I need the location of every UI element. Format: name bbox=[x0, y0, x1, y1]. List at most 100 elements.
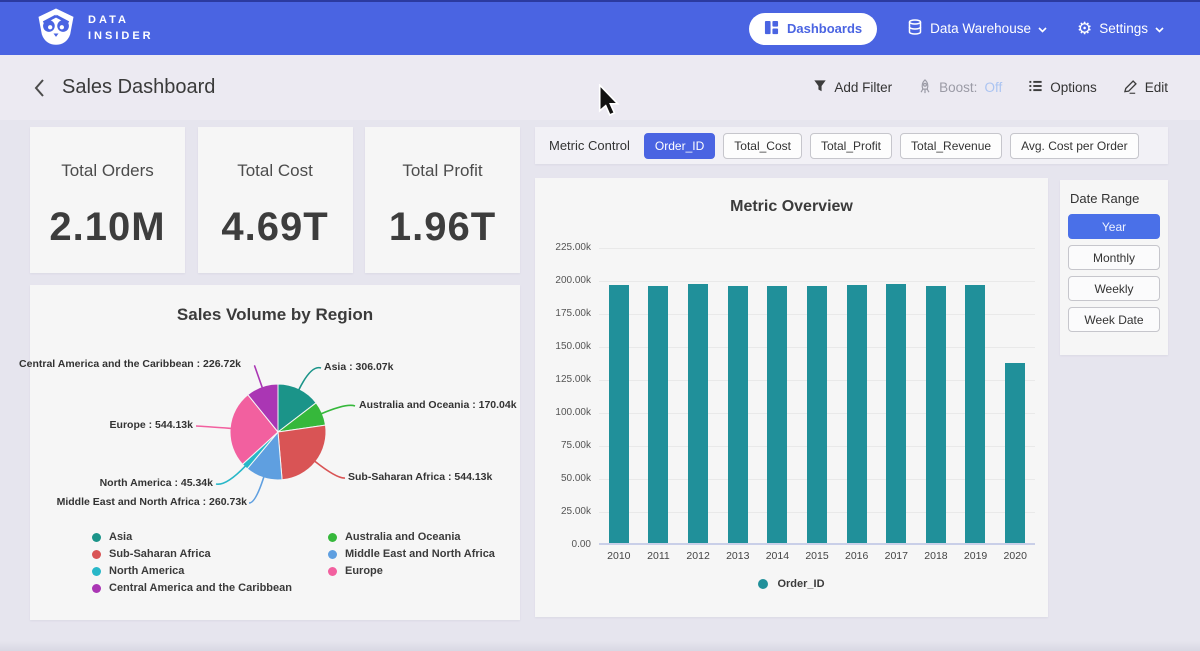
bar-2020[interactable] bbox=[1005, 363, 1025, 543]
y-tick-label: 200.00k bbox=[555, 275, 591, 286]
bar-2016[interactable] bbox=[847, 285, 867, 543]
rocket-icon bbox=[918, 79, 932, 97]
kpi-label: Total Cost bbox=[237, 161, 313, 181]
brand-logo: DATA INSIDER bbox=[36, 6, 154, 51]
y-tick-label: 150.00k bbox=[555, 341, 591, 352]
metric-option-avg-cost-per-order[interactable]: Avg. Cost per Order bbox=[1010, 133, 1139, 159]
pie-legend: AsiaSub-Saharan AfricaNorth AmericaCentr… bbox=[92, 531, 495, 594]
list-icon bbox=[1028, 79, 1043, 96]
metric-option-order-id[interactable]: Order_ID bbox=[644, 133, 715, 159]
bar-2011[interactable] bbox=[648, 286, 668, 543]
filter-funnel-icon bbox=[813, 79, 827, 96]
kpi-card: Total Cost4.69T bbox=[198, 127, 353, 273]
y-tick-label: 0.00 bbox=[572, 539, 591, 550]
pie-leader-line bbox=[299, 368, 321, 390]
legend-dot bbox=[92, 584, 101, 593]
y-tick-label: 50.00k bbox=[561, 473, 591, 484]
date-range-option-week-date[interactable]: Week Date bbox=[1068, 307, 1160, 332]
bar-chart-legend: Order_ID bbox=[535, 578, 1048, 590]
kpi-label: Total Profit bbox=[402, 161, 482, 181]
metric-control-bar: Metric Control Order_IDTotal_CostTotal_P… bbox=[535, 127, 1168, 164]
nav-dashboards-button[interactable]: Dashboards bbox=[749, 13, 877, 45]
dashboards-grid-icon bbox=[764, 20, 779, 38]
x-tick-label: 2014 bbox=[758, 550, 798, 562]
chevron-down-icon bbox=[1155, 21, 1164, 36]
nav-data-warehouse[interactable]: Data Warehouse bbox=[907, 19, 1047, 38]
bar-2010[interactable] bbox=[609, 285, 629, 543]
pie-chart-title: Sales Volume by Region bbox=[30, 305, 520, 325]
y-tick-label: 125.00k bbox=[555, 374, 591, 385]
x-axis: 2010201120122013201420152016201720182019… bbox=[599, 550, 1035, 562]
pie-slice-label: Middle East and North Africa : 260.73k bbox=[57, 496, 247, 508]
pie-legend-item: Central America and the Caribbean bbox=[92, 582, 292, 594]
x-tick-label: 2016 bbox=[837, 550, 877, 562]
bar-2017[interactable] bbox=[886, 284, 906, 544]
pie-leader-line bbox=[196, 426, 231, 428]
pie-slice-label: Asia : 306.07k bbox=[324, 361, 393, 373]
metric-option-total-revenue[interactable]: Total_Revenue bbox=[900, 133, 1002, 159]
x-tick-label: 2018 bbox=[916, 550, 956, 562]
page-header: Sales Dashboard Add Filter Boost:Off bbox=[0, 55, 1200, 120]
date-range-option-weekly[interactable]: Weekly bbox=[1068, 276, 1160, 301]
pie-leader-line bbox=[216, 466, 246, 484]
brand-name: DATA INSIDER bbox=[88, 13, 154, 45]
pie-leader-line bbox=[249, 477, 264, 503]
pie-slice-label: Europe : 544.13k bbox=[110, 419, 193, 431]
edit-button[interactable]: Edit bbox=[1123, 79, 1168, 97]
bar-2012[interactable] bbox=[688, 284, 708, 544]
back-button[interactable] bbox=[32, 78, 46, 98]
x-tick-label: 2013 bbox=[718, 550, 758, 562]
app-root: DATA INSIDER Dashboards bbox=[0, 0, 1200, 651]
nav-settings[interactable]: ⚙ Settings bbox=[1077, 20, 1164, 37]
top-navbar: DATA INSIDER Dashboards bbox=[0, 0, 1200, 55]
date-range-option-year[interactable]: Year bbox=[1068, 214, 1160, 239]
bar-2018[interactable] bbox=[926, 286, 946, 543]
gear-icon: ⚙ bbox=[1077, 20, 1092, 37]
pie-slice-label: North America : 45.34k bbox=[100, 477, 213, 489]
y-axis: 225.00k200.00k175.00k150.00k125.00k100.0… bbox=[541, 248, 591, 545]
bar-2014[interactable] bbox=[767, 286, 787, 544]
add-filter-button[interactable]: Add Filter bbox=[813, 79, 892, 96]
pie-legend-item: North America bbox=[92, 565, 292, 577]
date-range-panel: Date Range YearMonthlyWeeklyWeek Date bbox=[1060, 180, 1168, 355]
page-title: Sales Dashboard bbox=[62, 76, 215, 99]
boost-state: Off bbox=[984, 80, 1002, 95]
x-tick-label: 2015 bbox=[797, 550, 837, 562]
x-tick-label: 2010 bbox=[599, 550, 639, 562]
pie-chart: Asia : 306.07k Australia and Oceania : 17… bbox=[30, 325, 520, 525]
kpi-label: Total Orders bbox=[61, 161, 154, 181]
legend-label: Europe bbox=[345, 565, 383, 577]
metric-option-total-profit[interactable]: Total_Profit bbox=[810, 133, 892, 159]
bar-2015[interactable] bbox=[807, 286, 827, 543]
metric-option-total-cost[interactable]: Total_Cost bbox=[723, 133, 802, 159]
date-range-option-monthly[interactable]: Monthly bbox=[1068, 245, 1160, 270]
pie-leader-line bbox=[315, 461, 345, 478]
bar-2019[interactable] bbox=[965, 285, 985, 543]
pie-legend-item: Europe bbox=[328, 565, 495, 577]
x-tick-label: 2012 bbox=[678, 550, 718, 562]
pie-leader-line bbox=[321, 405, 355, 413]
legend-dot bbox=[328, 550, 337, 559]
legend-dot bbox=[328, 567, 337, 576]
y-tick-label: 175.00k bbox=[555, 308, 591, 319]
pie-chart-card: Sales Volume by Region Asia : 306.07k Aus… bbox=[30, 285, 520, 620]
kpi-value: 2.10M bbox=[49, 205, 165, 250]
pie-slice-label: Sub-Saharan Africa : 544.13k bbox=[348, 471, 492, 483]
y-tick-label: 25.00k bbox=[561, 506, 591, 517]
pie-legend-item: Australia and Oceania bbox=[328, 531, 495, 543]
database-icon bbox=[907, 19, 923, 38]
y-tick-label: 225.00k bbox=[555, 242, 591, 253]
kpi-row: Total Orders 2.10M Total Cost4.69T Total Pr… bbox=[30, 127, 520, 273]
legend-dot bbox=[758, 579, 768, 589]
pie-slice-label: Central America and the Caribbean : 226.… bbox=[19, 358, 241, 370]
bar-2013[interactable] bbox=[728, 286, 748, 543]
boost-toggle[interactable]: Boost:Off bbox=[918, 79, 1002, 97]
pie-slice-label: Australia and Oceania : 170.04k bbox=[359, 399, 517, 411]
options-button[interactable]: Options bbox=[1028, 79, 1097, 96]
legend-label: Australia and Oceania bbox=[345, 531, 461, 543]
legend-dot bbox=[92, 550, 101, 559]
legend-label: North America bbox=[109, 565, 184, 577]
pie-slice-sub-saharan-africa[interactable] bbox=[278, 425, 326, 480]
kpi-value: 1.96T bbox=[389, 205, 496, 250]
y-tick-label: 75.00k bbox=[561, 440, 591, 451]
